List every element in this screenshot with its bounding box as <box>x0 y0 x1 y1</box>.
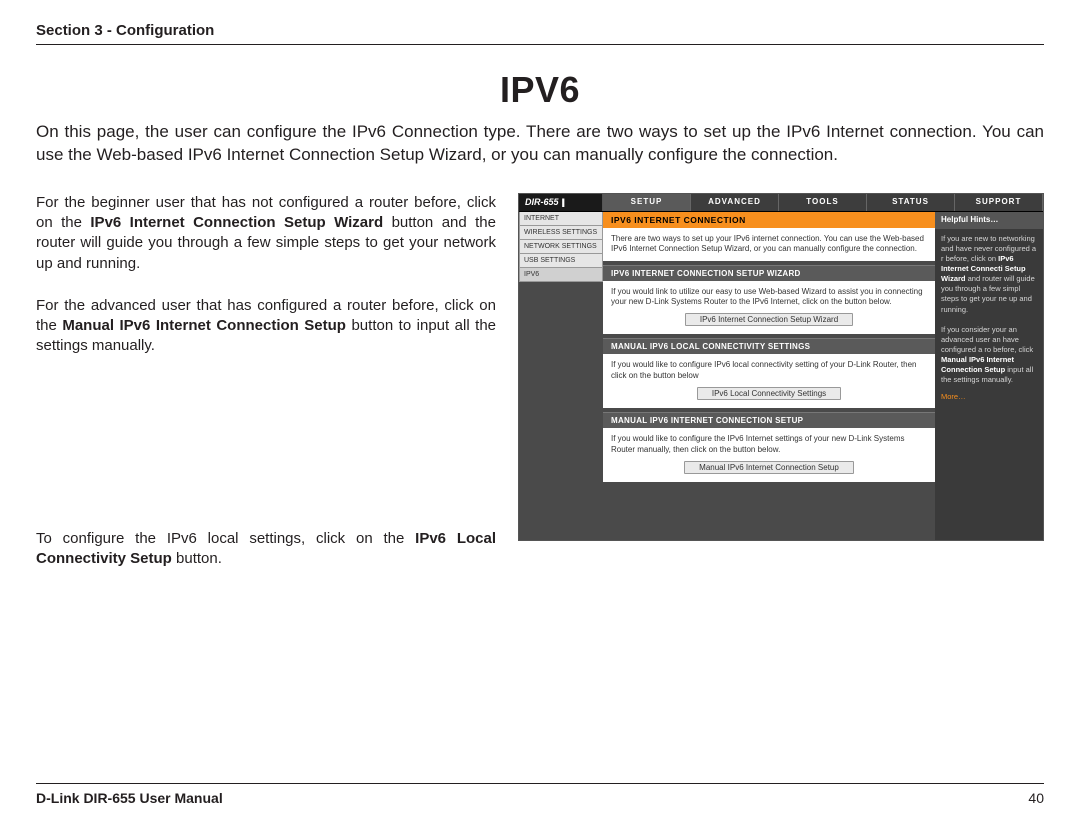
tab-support[interactable]: SUPPORT <box>955 194 1043 211</box>
sidebar-item-wireless[interactable]: WIRELESS SETTINGS <box>519 226 603 240</box>
section-header: Section 3 - Configuration <box>36 22 1044 45</box>
local-header: MANUAL IPV6 LOCAL CONNECTIVITY SETTINGS <box>603 338 935 354</box>
router-body: INTERNET WIRELESS SETTINGS NETWORK SETTI… <box>519 212 1043 540</box>
para3-a: To configure the IPv6 local settings, cl… <box>36 530 415 547</box>
router-tabs: SETUP ADVANCED TOOLS STATUS SUPPORT <box>603 194 1043 211</box>
wizard-panel: If you would link to utilize our easy to… <box>603 281 935 335</box>
intro-paragraph: On this page, the user can configure the… <box>36 121 1044 167</box>
sidebar-item-usb[interactable]: USB SETTINGS <box>519 254 603 268</box>
paragraph-advanced: For the advanced user that has configure… <box>36 296 496 357</box>
manual-header: MANUAL IPV6 INTERNET CONNECTION SETUP <box>603 412 935 428</box>
paragraph-beginner: For the beginner user that has not confi… <box>36 193 496 274</box>
orange-header-text: There are two ways to set up your IPv6 i… <box>603 228 935 261</box>
hints-sidebar: Helpful Hints… If you are new to network… <box>935 212 1043 540</box>
router-model-label: DIR-655||| <box>519 194 603 211</box>
local-panel: If you would like to configure IPv6 loca… <box>603 354 935 408</box>
tab-advanced[interactable]: ADVANCED <box>691 194 779 211</box>
footer-manual-name: D-Link DIR-655 User Manual <box>36 790 223 806</box>
page-title: IPV6 <box>36 69 1044 111</box>
orange-header: IPV6 INTERNET CONNECTION <box>603 212 935 228</box>
tab-status[interactable]: STATUS <box>867 194 955 211</box>
footer-page-number: 40 <box>1028 790 1044 806</box>
local-text: If you would like to configure IPv6 loca… <box>611 360 917 379</box>
tab-setup[interactable]: SETUP <box>603 194 691 211</box>
router-top-bar: DIR-655||| SETUP ADVANCED TOOLS STATUS S… <box>519 194 1043 212</box>
wizard-button[interactable]: IPv6 Internet Connection Setup Wizard <box>685 313 853 326</box>
spacer <box>36 379 496 529</box>
router-sidebar: INTERNET WIRELESS SETTINGS NETWORK SETTI… <box>519 212 603 540</box>
manual-panel: If you would like to configure the IPv6 … <box>603 428 935 482</box>
para1-bold: IPv6 Internet Connection Setup Wizard <box>90 214 383 231</box>
manual-button[interactable]: Manual IPv6 Internet Connection Setup <box>684 461 854 474</box>
router-main: IPV6 INTERNET CONNECTION There are two w… <box>603 212 935 540</box>
page-footer: D-Link DIR-655 User Manual 40 <box>36 783 1044 806</box>
hints-more-link[interactable]: More… <box>941 392 1037 402</box>
content-row: For the beginner user that has not confi… <box>36 193 1044 591</box>
wizard-header: IPV6 INTERNET CONNECTION SETUP WIZARD <box>603 265 935 281</box>
wizard-text: If you would link to utilize our easy to… <box>611 287 923 306</box>
manual-text: If you would like to configure the IPv6 … <box>611 434 904 453</box>
para3-c: button. <box>172 550 222 567</box>
local-button[interactable]: IPv6 Local Connectivity Settings <box>697 387 841 400</box>
text-column: For the beginner user that has not confi… <box>36 193 496 591</box>
sidebar-item-network[interactable]: NETWORK SETTINGS <box>519 240 603 254</box>
hints-body: If you are new to networking and have ne… <box>935 229 1043 407</box>
sidebar-item-internet[interactable]: INTERNET <box>519 212 603 226</box>
hints-header: Helpful Hints… <box>935 212 1043 229</box>
tab-tools[interactable]: TOOLS <box>779 194 867 211</box>
router-screenshot: DIR-655||| SETUP ADVANCED TOOLS STATUS S… <box>518 193 1044 541</box>
sidebar-item-ipv6[interactable]: IPV6 <box>519 268 603 282</box>
paragraph-local: To configure the IPv6 local settings, cl… <box>36 529 496 570</box>
para2-bold: Manual IPv6 Internet Connection Setup <box>62 317 346 334</box>
